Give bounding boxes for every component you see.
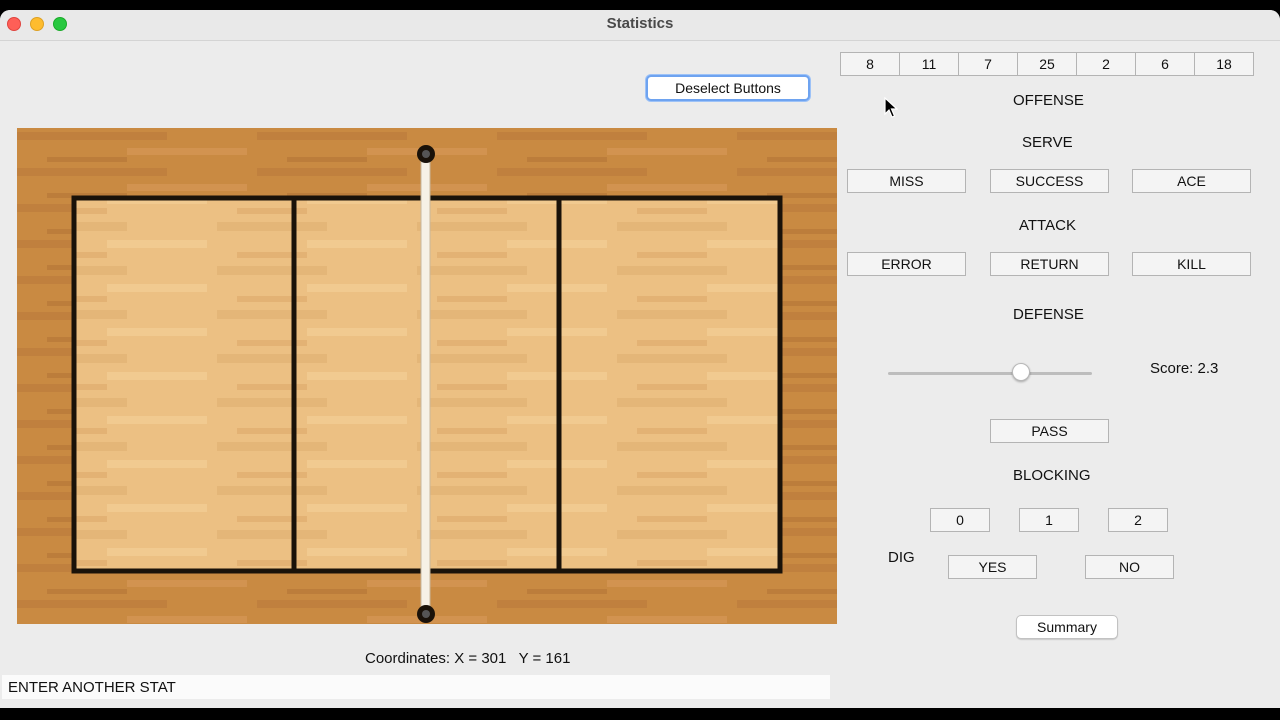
player-number-button[interactable]: 18 [1194, 52, 1254, 76]
net [420, 157, 431, 609]
player-number-button[interactable]: 7 [958, 52, 1018, 76]
score-readout: Score: 2.3 [1150, 360, 1219, 377]
mouse-pointer-icon [884, 97, 898, 118]
offense-heading: OFFENSE [1013, 92, 1084, 109]
window-content: 8 11 7 25 2 6 18 Deselect Buttons OFFENS… [0, 41, 1280, 708]
player-number-button[interactable]: 25 [1017, 52, 1077, 76]
volleyball-court[interactable] [17, 128, 837, 624]
player-number-button[interactable]: 2 [1076, 52, 1136, 76]
defense-score-slider-track[interactable] [888, 372, 1092, 375]
blocking-0-button[interactable]: 0 [930, 508, 990, 532]
player-number-button[interactable]: 11 [899, 52, 959, 76]
player-number-bar: 8 11 7 25 2 6 18 [840, 52, 1254, 76]
dig-no-button[interactable]: NO [1085, 555, 1174, 579]
serve-success-button[interactable]: SUCCESS [990, 169, 1109, 193]
defense-heading: DEFENSE [1013, 306, 1084, 323]
blocking-label: BLOCKING [1013, 467, 1091, 484]
dig-label: DIG [888, 549, 915, 566]
summary-button[interactable]: Summary [1016, 615, 1118, 639]
pass-button[interactable]: PASS [990, 419, 1109, 443]
player-number-button[interactable]: 6 [1135, 52, 1195, 76]
attack-return-button[interactable]: RETURN [990, 252, 1109, 276]
coordinates-readout: Coordinates: X = 301 Y = 161 [365, 650, 571, 667]
dig-yes-button[interactable]: YES [948, 555, 1037, 579]
serve-ace-button[interactable]: ACE [1132, 169, 1251, 193]
serve-miss-button[interactable]: MISS [847, 169, 966, 193]
deselect-buttons-button[interactable]: Deselect Buttons [646, 75, 810, 101]
player-number-button[interactable]: 8 [840, 52, 900, 76]
attack-error-button[interactable]: ERROR [847, 252, 966, 276]
serve-label: SERVE [1022, 134, 1073, 151]
blocking-2-button[interactable]: 2 [1108, 508, 1168, 532]
statistics-window: Statistics 8 11 7 25 2 6 18 Deselect But… [0, 10, 1280, 708]
attack-kill-button[interactable]: KILL [1132, 252, 1251, 276]
window-title: Statistics [606, 15, 674, 32]
title-bar: Statistics [0, 10, 1280, 41]
blocking-1-button[interactable]: 1 [1019, 508, 1079, 532]
stat-entry-field[interactable] [2, 675, 830, 699]
defense-score-slider-knob[interactable] [1011, 363, 1030, 381]
attack-label: ATTACK [1019, 217, 1076, 234]
